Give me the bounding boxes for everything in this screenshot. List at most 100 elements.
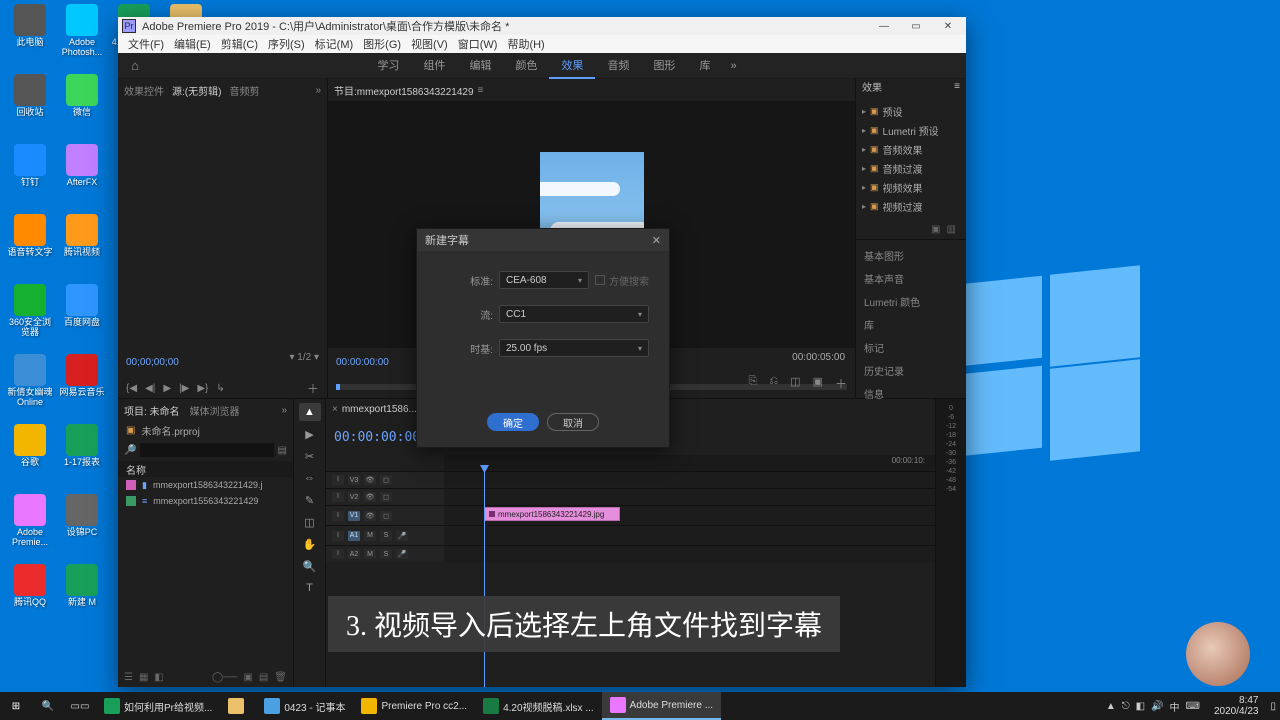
taskbar-app[interactable] — [220, 692, 256, 720]
sequence-tab[interactable]: mmexport1586... — [342, 404, 417, 415]
source-tabs[interactable]: 效果控件 源:(无剪辑) 音频剪 » — [118, 79, 327, 101]
desktop-avatar-widget[interactable] — [1186, 622, 1250, 686]
dialog-close-icon[interactable]: ✕ — [652, 234, 661, 247]
tool-button[interactable]: ▶ — [299, 425, 321, 443]
side-panel-tab[interactable]: 库 — [864, 313, 958, 336]
start-button[interactable]: ⊞ — [0, 692, 32, 720]
effects-folder[interactable]: ▸▣预设 — [862, 102, 960, 121]
tool-button[interactable]: T — [299, 579, 321, 597]
workspace-tab[interactable]: 效果 — [549, 53, 595, 79]
project-item[interactable]: ▮mmexport1586343221429.j — [118, 477, 293, 493]
close-button[interactable]: ✕ — [934, 18, 962, 34]
close-seq-icon[interactable]: × — [332, 404, 338, 415]
filter-icon[interactable]: ▤ — [278, 445, 287, 456]
desktop-icon[interactable]: Adobe Premie... — [6, 494, 54, 558]
effects-folder[interactable]: ▸▣Lumetri 预设 — [862, 121, 960, 140]
desktop-icon[interactable]: 1-17报表 — [58, 424, 106, 488]
program-timecode-left[interactable]: 00:00:00:00 — [336, 357, 389, 368]
program-tab[interactable]: 节目:mmexport1586343221429 — [334, 83, 474, 98]
trash-icon[interactable]: 🗑 — [274, 672, 287, 683]
taskbar-app[interactable]: Adobe Premiere ... — [602, 692, 721, 720]
desktop-icon[interactable]: 腾讯QQ — [6, 564, 54, 628]
taskbar-app[interactable]: Premiere Pro cc2... — [353, 692, 475, 720]
zoom-slider[interactable]: ◯── — [212, 672, 237, 683]
export-frame-icon[interactable]: ◫ — [790, 375, 800, 392]
effects-folder[interactable]: ▸▣音频过渡 — [862, 159, 960, 178]
tool-button[interactable]: ⇔ — [299, 469, 321, 487]
workspace-tab[interactable]: 组件 — [411, 53, 457, 79]
side-panel-tab[interactable]: 基本声音 — [864, 267, 958, 290]
desktop-icon[interactable]: 腾讯视频 — [58, 214, 106, 278]
desktop-icon[interactable]: 语音转文字 — [6, 214, 54, 278]
tool-button[interactable]: 🔍 — [299, 557, 321, 575]
add-button-icon[interactable]: ＋ — [835, 375, 847, 392]
new-item-icon[interactable]: ▤ — [259, 672, 268, 683]
tray-icon[interactable]: ▲ — [1106, 701, 1116, 712]
tool-button[interactable]: ◫ — [299, 513, 321, 531]
menu-item[interactable]: 图形(G) — [359, 36, 405, 52]
show-desktop-button[interactable]: ▯ — [1266, 692, 1280, 720]
workspace-overflow[interactable]: » — [724, 60, 742, 72]
workspace-tab[interactable]: 图形 — [641, 53, 687, 79]
menu-item[interactable]: 视图(V) — [407, 36, 452, 52]
video-track[interactable]: ⏽V1👁◻mmexport1586343221429.jpg — [326, 505, 935, 525]
taskbar-app[interactable]: 0423 - 记事本 — [256, 692, 353, 720]
menu-item[interactable]: 窗口(W) — [454, 36, 502, 52]
side-panel-tab[interactable]: 标记 — [864, 336, 958, 359]
side-panel-tab[interactable]: 基本图形 — [864, 244, 958, 267]
lift-icon[interactable]: ⎘ — [749, 375, 758, 392]
effects-folder[interactable]: ▸▣视频过渡 — [862, 197, 960, 216]
menu-item[interactable]: 剪辑(C) — [217, 36, 262, 52]
desktop-icon[interactable]: 360安全浏览器 — [6, 284, 54, 348]
ok-button[interactable]: 确定 — [487, 413, 539, 431]
video-track[interactable]: ⏽V2👁◻ — [326, 488, 935, 505]
desktop-icon[interactable]: 钉钉 — [6, 144, 54, 208]
title-bar[interactable]: Pr Adobe Premiere Pro 2019 - C:\用户\Admin… — [118, 17, 966, 35]
cancel-button[interactable]: 取消 — [547, 413, 599, 431]
workspace-tab[interactable]: 库 — [687, 53, 722, 79]
project-item[interactable]: ≡mmexport1556343221429 — [118, 493, 293, 509]
task-view-button[interactable]: ▭▭ — [64, 692, 96, 720]
clock[interactable]: 8:472020/4/23 — [1206, 695, 1267, 717]
icon-view-icon[interactable]: ▦ — [139, 672, 148, 683]
desktop-icon[interactable]: 谷歌 — [6, 424, 54, 488]
menu-item[interactable]: 标记(M) — [311, 36, 358, 52]
compare-icon[interactable]: ▣ — [813, 375, 823, 392]
timeline-timecode[interactable]: 00:00:00:00 — [334, 430, 420, 445]
extract-icon[interactable]: ⎌ — [769, 375, 778, 392]
timeline-ruler[interactable]: 00:00:10: — [444, 455, 935, 471]
taskbar-app[interactable]: 如何利用Pr给视频... — [96, 692, 220, 720]
menu-item[interactable]: 帮助(H) — [503, 36, 548, 52]
video-track[interactable]: ⏽V3👁◻ — [326, 471, 935, 488]
timebase-select[interactable]: 25.00 fps▾ — [499, 339, 649, 357]
workspace-tab[interactable]: 学习 — [365, 53, 411, 79]
stream-select[interactable]: CC1▾ — [499, 305, 649, 323]
tray-icon[interactable]: ⌨ — [1186, 701, 1200, 712]
search-button[interactable]: 🔍 — [32, 692, 64, 720]
panel-menu-icon[interactable]: ≡ — [954, 81, 960, 92]
search-checkbox[interactable]: 方便搜索 — [595, 273, 649, 288]
tool-button[interactable]: ✋ — [299, 535, 321, 553]
desktop-icon[interactable]: 微信 — [58, 74, 106, 138]
desktop-icon[interactable]: 新建 M — [58, 564, 106, 628]
tray-icon[interactable]: ◧ — [1136, 701, 1145, 712]
tool-button[interactable]: ▲ — [299, 403, 321, 421]
timeline-tracks[interactable]: ⏽V3👁◻⏽V2👁◻⏽V1👁◻mmexport1586343221429.jpg… — [326, 471, 935, 687]
freeform-view-icon[interactable]: ◧ — [154, 672, 163, 683]
column-name[interactable]: 名称 — [126, 462, 146, 477]
media-browser-tab[interactable]: 媒体浏览器 — [190, 403, 240, 418]
workspace-tab[interactable]: 颜色 — [503, 53, 549, 79]
source-zoom[interactable]: ▾ 1/2 ▾ — [290, 352, 320, 363]
effects-folder[interactable]: ▸▣视频效果 — [862, 178, 960, 197]
desktop-icon[interactable]: 网易云音乐 — [58, 354, 106, 418]
menu-item[interactable]: 序列(S) — [264, 36, 309, 52]
audio-track[interactable]: ⏽A2MS🎤 — [326, 545, 935, 562]
tool-button[interactable]: ✎ — [299, 491, 321, 509]
desktop-icon[interactable]: 此电脑 — [6, 4, 54, 68]
effects-folder[interactable]: ▸▣音频效果 — [862, 140, 960, 159]
desktop-icon[interactable]: 回收站 — [6, 74, 54, 138]
desktop-icon[interactable]: 新倩女幽魂 Online — [6, 354, 54, 418]
tray-icon[interactable]: 🔊 — [1151, 701, 1163, 712]
tool-button[interactable]: ✂ — [299, 447, 321, 465]
workspace-tab[interactable]: 编辑 — [457, 53, 503, 79]
